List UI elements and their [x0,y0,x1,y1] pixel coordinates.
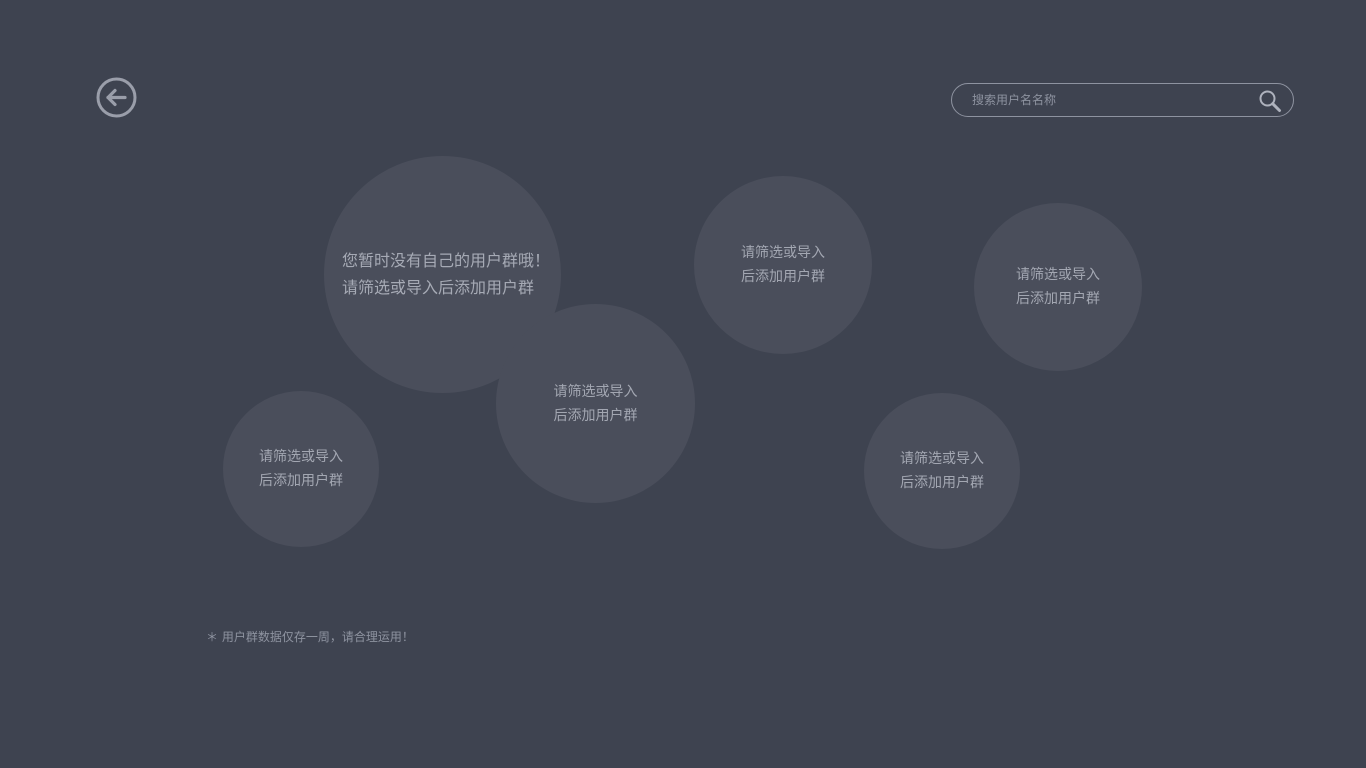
user-group-placeholder-bubble[interactable]: 请筛选或导入 后添加用户群 [974,203,1142,371]
empty-state-hint: 请筛选或导入后添加用户群 [342,278,535,297]
search-input[interactable] [972,84,1252,116]
data-retention-note: ＊ 用户群数据仅存一周，请合理运用！ [206,630,414,644]
bubble-label-line2: 后添加用户群 [1016,291,1100,307]
bubble-label-line1: 请筛选或导入 [1016,267,1100,283]
bubble-label-line1: 请筛选或导入 [900,451,984,467]
user-group-placeholder-bubble[interactable]: 请筛选或导入 后添加用户群 [223,391,379,547]
bubble-label-line2: 后添加用户群 [259,473,343,489]
bubble-label-line1: 请筛选或导入 [741,245,825,261]
user-group-placeholder-bubble[interactable]: 请筛选或导入 后添加用户群 [694,176,872,354]
bubble-label-line1: 请筛选或导入 [553,383,638,400]
arrow-left-circle-icon [96,77,137,118]
empty-state-title: 您暂时没有自己的用户群哦！ [342,251,551,270]
bubble-label-line1: 请筛选或导入 [259,449,343,465]
user-group-placeholder-bubble[interactable]: 请筛选或导入 后添加用户群 [496,304,695,503]
user-group-placeholder-bubble[interactable]: 请筛选或导入 后添加用户群 [864,393,1020,549]
search-icon[interactable] [1258,89,1282,113]
bubble-label-line2: 后添加用户群 [900,475,984,491]
search-box [951,83,1294,117]
bubble-label-line2: 后添加用户群 [553,407,638,424]
page: 您暂时没有自己的用户群哦！ 请筛选或导入后添加用户群 请筛选或导入 后添加用户群… [0,0,1366,768]
bubble-label-line2: 后添加用户群 [741,269,825,285]
back-button[interactable] [96,77,137,118]
